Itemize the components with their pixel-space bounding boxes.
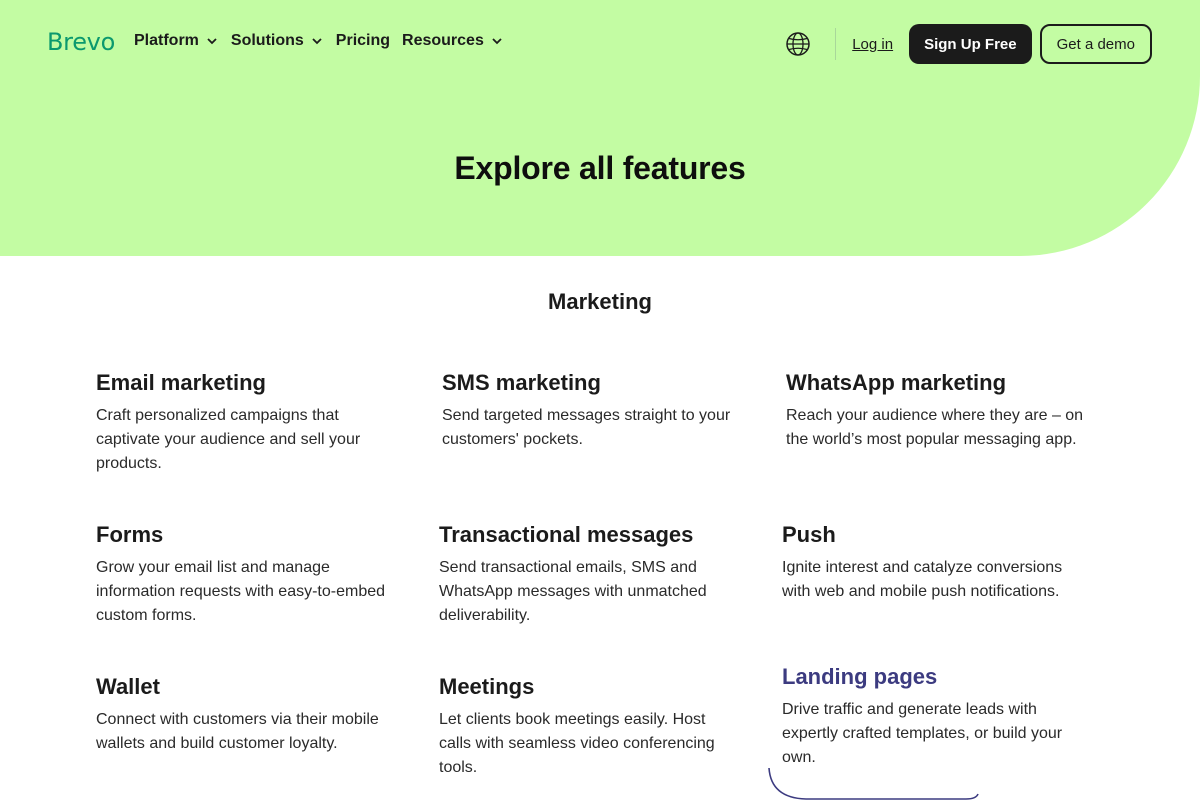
feature-title: Forms	[96, 522, 164, 547]
feature-title: Email marketing	[96, 370, 266, 395]
page: Brevo Platform Solutions Pricing Resourc…	[0, 0, 1200, 800]
feature-wallet[interactable]: Wallet Connect with customers via their …	[96, 674, 406, 756]
feature-whatsapp-marketing[interactable]: WhatsApp marketing Reach your audience w…	[786, 370, 1086, 452]
nav-item-resources[interactable]: Resources	[402, 32, 504, 50]
get-demo-button[interactable]: Get a demo	[1039, 24, 1152, 64]
feature-title: Push	[782, 522, 836, 547]
nav-item-pricing[interactable]: Pricing	[336, 32, 390, 50]
nav-item-label: Solutions	[230, 32, 304, 49]
nav-item-label: Resources	[402, 32, 484, 49]
feature-title: SMS marketing	[442, 370, 601, 395]
feature-title: Transactional messages	[439, 522, 694, 547]
feature-title: Landing pages	[782, 664, 938, 689]
main-menu: Platform Solutions Pricing Resources	[134, 32, 516, 50]
feature-title: Meetings	[439, 674, 535, 699]
page-title: Explore all features	[454, 150, 746, 186]
chevron-down-icon	[207, 38, 217, 45]
nav-item-label: Pricing	[335, 32, 391, 49]
signup-button[interactable]: Sign Up Free	[909, 24, 1032, 64]
chevron-down-icon	[312, 38, 322, 45]
feature-description: Let clients book meetings easily. Host c…	[439, 711, 715, 776]
globe-icon[interactable]	[785, 31, 811, 57]
feature-email-marketing[interactable]: Email marketing Craft personalized campa…	[96, 370, 396, 476]
feature-description: Ignite interest and catalyze conversions…	[782, 559, 1063, 600]
nav-item-label: Platform	[134, 32, 199, 49]
feature-description: Craft personalized campaigns that captiv…	[96, 407, 361, 472]
feature-description: Drive traffic and generate leads with ex…	[782, 701, 1063, 766]
brevo-logo[interactable]: Brevo	[47, 28, 115, 56]
nav-item-solutions[interactable]: Solutions	[231, 32, 324, 50]
feature-title: WhatsApp marketing	[786, 370, 1007, 395]
feature-title: Wallet	[96, 674, 160, 699]
feature-push[interactable]: Push Ignite interest and catalyze conver…	[782, 522, 1082, 604]
top-nav: Brevo Platform Solutions Pricing Resourc…	[0, 0, 1200, 88]
nav-divider	[835, 28, 837, 60]
nav-actions: Log in Sign Up Free Get a demo	[785, 24, 1152, 64]
feature-description: Connect with customers via their mobile …	[96, 711, 379, 752]
feature-forms[interactable]: Forms Grow your email list and manage in…	[96, 522, 396, 628]
feature-sms-marketing[interactable]: SMS marketing Send targeted messages str…	[442, 370, 762, 452]
feature-landing-pages[interactable]: Landing pages Drive traffic and generate…	[782, 664, 1092, 770]
feature-meetings[interactable]: Meetings Let clients book meetings easil…	[439, 674, 739, 780]
feature-description: Reach your audience where they are – on …	[786, 407, 1084, 448]
feature-description: Send transactional emails, SMS and Whats…	[439, 559, 707, 624]
feature-description: Send targeted messages straight to your …	[442, 407, 731, 448]
feature-description: Grow your email list and manage informat…	[96, 559, 386, 624]
feature-transactional-messages[interactable]: Transactional messages Send transactiona…	[439, 522, 739, 628]
chevron-down-icon	[492, 38, 502, 45]
nav-item-platform[interactable]: Platform	[134, 32, 219, 50]
section-title: Marketing	[548, 289, 652, 314]
login-link[interactable]: Log in	[852, 36, 893, 53]
hover-outline-decoration	[768, 767, 979, 800]
